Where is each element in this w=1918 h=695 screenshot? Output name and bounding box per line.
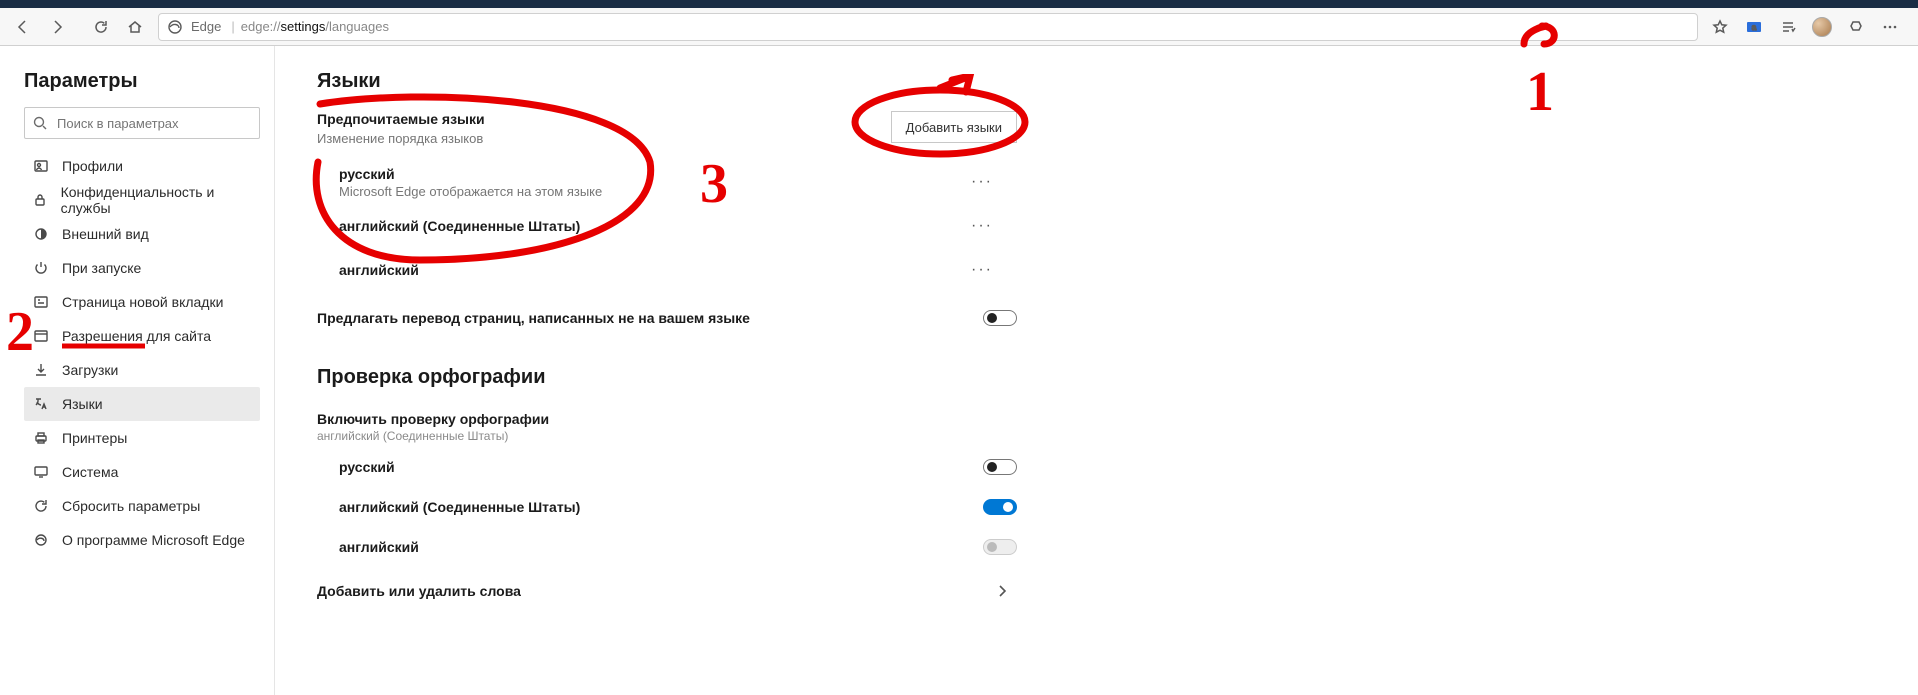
refresh-button[interactable] xyxy=(84,12,118,42)
sidebar-item-label: Разрешения для сайта xyxy=(62,328,211,344)
language-row: английский (Соединенные Штаты) ··· xyxy=(317,204,997,248)
offer-translate-label: Предлагать перевод страниц, написанных н… xyxy=(317,310,957,326)
language-sub: Microsoft Edge отображается на этом язык… xyxy=(339,184,967,199)
system-icon xyxy=(32,463,50,481)
more-menu-button[interactable] xyxy=(1874,12,1906,42)
spellcheck-lang-label: английский xyxy=(339,539,957,555)
favorite-star-icon[interactable] xyxy=(1704,12,1736,42)
sidebar-item-about[interactable]: О программе Microsoft Edge xyxy=(24,523,260,557)
sidebar-item-appearance[interactable]: Внешний вид xyxy=(24,217,260,251)
add-remove-words-chevron[interactable] xyxy=(987,584,1017,598)
search-icon xyxy=(32,115,48,131)
sidebar-item-permissions[interactable]: Разрешения для сайта xyxy=(24,319,260,353)
sidebar-item-label: Страница новой вкладки xyxy=(62,294,223,310)
search-input[interactable] xyxy=(24,107,260,139)
offer-translate-toggle[interactable] xyxy=(983,310,1017,326)
spellcheck-toggle-en[interactable] xyxy=(983,539,1017,555)
sidebar-item-reset[interactable]: Сбросить параметры xyxy=(24,489,260,523)
language-more-button[interactable]: ··· xyxy=(967,217,997,235)
favorites-list-icon[interactable] xyxy=(1772,12,1804,42)
sidebar-heading: Параметры xyxy=(24,70,260,93)
url-prefix: edge:// xyxy=(241,19,281,34)
window-title-bar xyxy=(0,0,1918,8)
language-row: русский Microsoft Edge отображается на э… xyxy=(317,160,997,204)
sidebar-search xyxy=(24,107,260,139)
profile-icon xyxy=(32,157,50,175)
enable-spellcheck-title: Включить проверку орфографии xyxy=(317,411,1017,427)
lock-icon xyxy=(32,191,49,209)
home-button[interactable] xyxy=(118,12,152,42)
settings-sidebar: Параметры Профили Конфиденциальность и с… xyxy=(0,46,275,695)
sidebar-item-label: Профили xyxy=(62,158,123,174)
back-button[interactable] xyxy=(6,12,40,42)
spellcheck-lang-label: английский (Соединенные Штаты) xyxy=(339,499,957,515)
extensions-icon[interactable] xyxy=(1840,12,1872,42)
svg-text:а: а xyxy=(1752,23,1757,32)
sidebar-item-printers[interactable]: Принтеры xyxy=(24,421,260,455)
preferred-languages-sub: Изменение порядка языков xyxy=(317,131,891,146)
language-row: английский ··· xyxy=(317,248,997,292)
newtab-icon xyxy=(32,293,50,311)
browser-toolbar: Edge | edge://settings/languages а xyxy=(0,8,1918,46)
spellcheck-lang-label: русский xyxy=(339,459,957,475)
sidebar-item-label: Сбросить параметры xyxy=(62,498,200,514)
site-label: Edge xyxy=(191,19,221,34)
power-icon xyxy=(32,259,50,277)
spellcheck-toggle-ru[interactable] xyxy=(983,459,1017,475)
sidebar-item-privacy[interactable]: Конфиденциальность и службы xyxy=(24,183,260,217)
sidebar-item-label: Конфиденциальность и службы xyxy=(61,184,252,216)
languages-heading: Языки xyxy=(317,70,1918,93)
language-more-button[interactable]: ··· xyxy=(967,261,997,279)
language-name: русский xyxy=(339,166,967,182)
enable-spellcheck-sub: английский (Соединенные Штаты) xyxy=(317,429,1017,443)
address-bar[interactable]: Edge | edge://settings/languages xyxy=(158,13,1698,41)
spellcheck-heading: Проверка орфографии xyxy=(317,366,1918,389)
spellcheck-toggle-enus[interactable] xyxy=(983,499,1017,515)
settings-main: Языки Предпочитаемые языки Изменение пор… xyxy=(275,46,1918,695)
sidebar-item-label: При запуске xyxy=(62,260,141,276)
permissions-icon xyxy=(32,327,50,345)
language-more-button[interactable]: ··· xyxy=(967,173,997,191)
printer-icon xyxy=(32,429,50,447)
sidebar-item-startup[interactable]: При запуске xyxy=(24,251,260,285)
sidebar-item-label: Загрузки xyxy=(62,362,118,378)
language-name: английский xyxy=(339,262,967,278)
profile-avatar[interactable] xyxy=(1806,12,1838,42)
preferred-languages-title: Предпочитаемые языки xyxy=(317,111,891,127)
languages-icon xyxy=(32,395,50,413)
sidebar-item-newtab[interactable]: Страница новой вкладки xyxy=(24,285,260,319)
sidebar-item-label: Система xyxy=(62,464,118,480)
sidebar-item-system[interactable]: Система xyxy=(24,455,260,489)
add-remove-words-label: Добавить или удалить слова xyxy=(317,583,987,599)
forward-button[interactable] xyxy=(40,12,74,42)
sidebar-item-label: Языки xyxy=(62,396,103,412)
sidebar-item-label: Принтеры xyxy=(62,430,127,446)
translate-icon[interactable]: а xyxy=(1738,12,1770,42)
url-mid: settings xyxy=(281,19,326,34)
language-name: английский (Соединенные Штаты) xyxy=(339,218,967,234)
url-suffix: /languages xyxy=(325,19,389,34)
sidebar-item-label: О программе Microsoft Edge xyxy=(62,532,245,548)
download-icon xyxy=(32,361,50,379)
edge-icon xyxy=(167,19,183,35)
edge-about-icon xyxy=(32,531,50,549)
reset-icon xyxy=(32,497,50,515)
sidebar-item-languages[interactable]: Языки xyxy=(24,387,260,421)
sidebar-item-profiles[interactable]: Профили xyxy=(24,149,260,183)
sidebar-item-downloads[interactable]: Загрузки xyxy=(24,353,260,387)
appearance-icon xyxy=(32,225,50,243)
add-languages-button[interactable]: Добавить языки xyxy=(891,111,1017,143)
sidebar-item-label: Внешний вид xyxy=(62,226,149,242)
